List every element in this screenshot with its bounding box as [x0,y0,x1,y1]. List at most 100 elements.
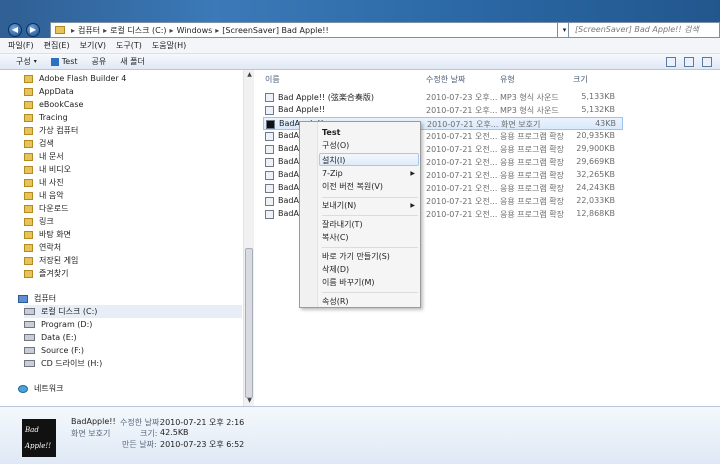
nav-item[interactable]: 내 문서 [24,150,64,163]
extension-file-icon [265,171,274,180]
file-row[interactable]: Bad Apple!! (弦楽合奏版) 2010-07-23 오후... MP3 형… [263,91,623,104]
share-button[interactable]: 공유 [92,56,107,67]
folder-icon [24,178,33,187]
nav-item[interactable]: 연락처 [24,241,61,254]
context-menu: Test 구성(O) 설치(I) 7-Zip ▶ 이전 버전 복원(V) 보내기(… [299,121,421,308]
scroll-thumb[interactable] [245,248,253,398]
nav-item[interactable]: eBookCase [24,98,83,111]
toolbar: 구성 ▾ Test 공유 새 폴더 [0,54,720,70]
extension-file-icon [265,197,274,206]
breadcrumb[interactable]: 로컬 디스크 (C:) [110,25,166,36]
menu-separator [322,247,418,248]
forward-icon[interactable]: ▶ [26,23,40,37]
new-folder-button[interactable]: 새 폴더 [120,56,145,67]
nav-item[interactable]: 내 사진 [24,176,64,189]
cd-drive-icon [24,360,35,367]
folder-icon [55,26,65,34]
help-icon[interactable] [702,57,712,67]
menu-item-properties[interactable]: 속성(R) [320,295,418,308]
breadcrumb[interactable]: [ScreenSaver] Bad Apple!! [222,26,328,35]
drive-icon [24,334,35,341]
nav-item[interactable]: 링크 [24,215,54,228]
menu-tools[interactable]: 도구(T) [116,40,142,51]
nav-network[interactable]: 네트워크 [18,382,63,395]
folder-icon [24,269,33,278]
folder-icon [24,256,33,265]
menu-file[interactable]: 파일(F) [8,40,34,51]
menu-edit[interactable]: 편집(E) [44,40,70,51]
nav-item[interactable]: 즐겨찾기 [24,267,68,280]
menu-item-send-to[interactable]: 보내기(N) ▶ [320,199,418,212]
back-icon[interactable]: ◀ [8,23,22,37]
nav-item[interactable]: Adobe Flash Builder 4 [24,72,126,85]
details-modified: 2010-07-21 오후 2:16 [160,418,245,427]
network-icon [18,384,28,393]
extension-file-icon [265,158,274,167]
nav-item[interactable]: AppData [24,85,74,98]
nav-item[interactable]: 검색 [24,137,54,150]
folder-icon [24,100,33,109]
menu-item-7zip[interactable]: 7-Zip ▶ [320,167,418,180]
column-header-type[interactable]: 유형 [500,74,515,85]
nav-item[interactable]: 다운로드 [24,202,68,215]
scroll-down-icon[interactable]: ▼ [244,396,255,406]
scroll-up-icon[interactable]: ▲ [244,70,255,80]
test-icon [50,57,59,66]
menu-help[interactable]: 도움말(H) [152,40,186,51]
menu-view[interactable]: 보기(V) [80,40,106,51]
organize-button[interactable]: 구성 ▾ [16,56,37,67]
details-created: 2010-07-23 오후 6:52 [160,440,245,449]
details-size: 42.5KB [160,428,189,437]
column-header-size[interactable]: 크기 [573,74,588,85]
menu-item-rename[interactable]: 이름 바꾸기(M) [320,276,418,289]
nav-item[interactable]: 저장된 게임 [24,254,78,267]
folder-icon [24,87,33,96]
menu-item-delete[interactable]: 삭제(D) [320,263,418,276]
nav-item[interactable]: Tracing [24,111,68,124]
preview-pane-icon[interactable] [684,57,694,67]
extension-file-icon [265,132,274,141]
nav-drive-f[interactable]: Source (F:) [24,344,84,357]
file-row[interactable]: Bad Apple!! 2010-07-21 오후... MP3 형식 사운드 5,1… [263,104,623,117]
nav-drive-h[interactable]: CD 드라이브 (H:) [24,357,102,370]
nav-scrollbar[interactable]: ▲ ▼ [243,70,254,406]
navigation-pane: Adobe Flash Builder 4 AppData eBookCase … [0,70,254,406]
menu-item-install[interactable]: 설치(I) [319,153,419,166]
column-header-date[interactable]: 수정한 날짜 [426,74,465,85]
search-input[interactable]: [ScreenSaver] Bad Apple!! 검색 [568,22,720,38]
breadcrumb[interactable]: 컴퓨터 [78,25,100,36]
menu-item-test[interactable]: Test [320,126,418,139]
submenu-arrow-icon: ▶ [410,202,415,209]
column-header-name[interactable]: 이름 [265,74,280,85]
menu-item-configure[interactable]: 구성(O) [320,139,418,152]
folder-icon [24,204,33,213]
submenu-arrow-icon: ▶ [410,170,415,177]
menu-separator [322,197,418,198]
computer-icon [18,294,28,303]
test-button[interactable]: Test [50,57,78,66]
folder-icon [24,74,33,83]
nav-drive-c[interactable]: 로컬 디스크 (C:) [24,305,242,318]
menu-item-restore-previous[interactable]: 이전 버전 복원(V) [320,180,418,193]
nav-drive-d[interactable]: Program (D:) [24,318,92,331]
nav-drive-e[interactable]: Data (E:) [24,331,77,344]
folder-icon [24,243,33,252]
address-bar[interactable]: ▸ 컴퓨터 ▸ 로컬 디스크 (C:) ▸ Windows ▸ [ScreenSaver… [50,22,558,38]
nav-computer[interactable]: 컴퓨터 [18,292,56,305]
title-bar: ◀ ▶ ▸ 컴퓨터 ▸ 로컬 디스크 (C:) ▸ Windows ▸ [ScreenS… [0,0,720,38]
view-options-icon[interactable] [666,57,676,67]
file-thumbnail: Bad Apple!! [22,419,56,457]
nav-item[interactable]: 바탕 화면 [24,228,71,241]
audio-file-icon [265,93,274,102]
extension-file-icon [265,184,274,193]
menu-item-copy[interactable]: 복사(C) [320,231,418,244]
details-modified-label: 수정한 날짜: [120,418,163,427]
nav-item[interactable]: 내 비디오 [24,163,71,176]
extension-file-icon [265,210,274,219]
nav-item[interactable]: 가상 컴퓨터 [24,124,78,137]
menu-item-cut[interactable]: 잘라내기(T) [320,218,418,231]
breadcrumb[interactable]: Windows [177,26,213,35]
nav-item[interactable]: 내 음악 [24,189,64,202]
menu-item-create-shortcut[interactable]: 바로 가기 만들기(S) [320,250,418,263]
details-file-type: 화면 보호기 [71,429,111,438]
